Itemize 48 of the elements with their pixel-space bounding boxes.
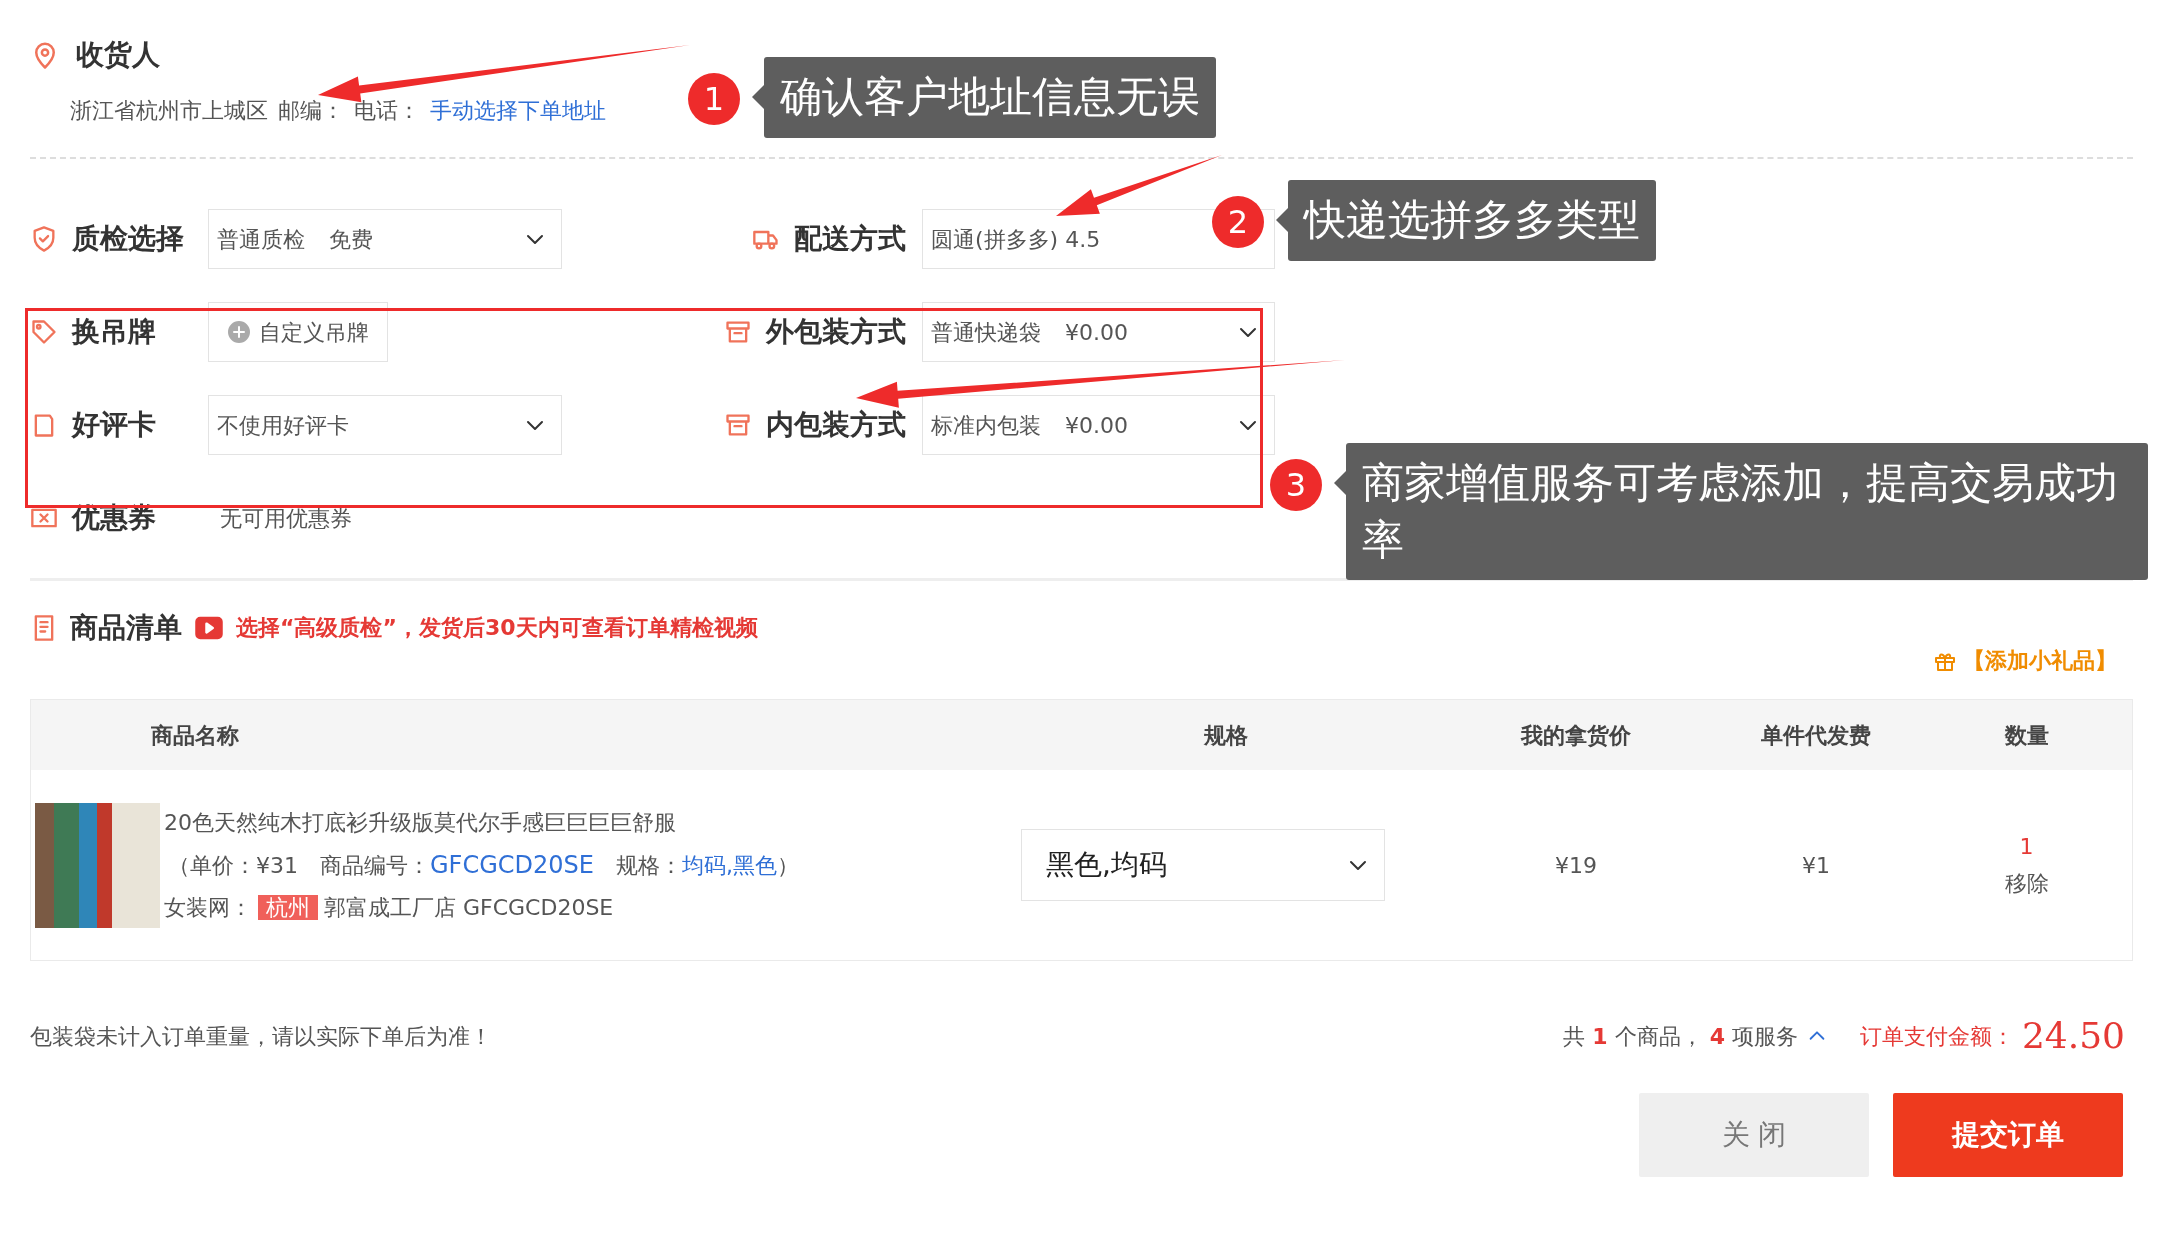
select-field[interactable]: 不使用好评卡 bbox=[208, 395, 562, 455]
step-number-badge: 2 bbox=[1212, 196, 1264, 248]
plus-circle-icon bbox=[227, 320, 251, 344]
product-details: （单价：¥31 商品编号：GFCGCD20SE 规格：均码,黑色） bbox=[167, 850, 799, 881]
option-label: 换吊牌 bbox=[72, 318, 156, 346]
select-field[interactable]: 标准内包装 ¥0.00 bbox=[922, 395, 1275, 455]
address-text: 浙江省杭州市上城区 bbox=[70, 97, 268, 125]
section-title: 商品清单 bbox=[70, 613, 182, 642]
fee-cell: ¥1 bbox=[1802, 852, 1830, 878]
spec-select[interactable]: 黑色,均码 bbox=[1021, 829, 1385, 901]
price-cell: ¥19 bbox=[1555, 852, 1597, 878]
remove-link[interactable]: 移除 bbox=[2004, 867, 2049, 900]
annotation-callout: 快递选拼多多类型 bbox=[1288, 180, 1656, 261]
postcode-label: 邮编： bbox=[278, 97, 344, 125]
annotation-callout: 商家增值服务可考虑添加，提高交易成功率 bbox=[1346, 443, 2148, 581]
column-header: 我的拿货价 bbox=[1521, 722, 1631, 748]
option-label: 外包装方式 bbox=[766, 318, 906, 346]
close-button[interactable]: 关 闭 bbox=[1639, 1093, 1869, 1177]
option-label: 质检选择 bbox=[72, 225, 184, 253]
column-header: 数量 bbox=[2004, 722, 2049, 748]
section-title: 收货人 bbox=[76, 41, 160, 69]
step-number-badge: 1 bbox=[688, 73, 740, 125]
option-value: 无可用优惠券 bbox=[219, 504, 353, 533]
option-label: 配送方式 bbox=[794, 225, 906, 253]
option-label: 好评卡 bbox=[72, 411, 156, 439]
quantity-value: 1 bbox=[2019, 833, 2034, 861]
column-header: 规格 bbox=[1204, 722, 1248, 748]
shop-info: 女装网： 杭州 郭富成工厂店 GFCGCD20SE bbox=[164, 894, 615, 922]
select-field[interactable]: 普通质检 免费 bbox=[208, 209, 562, 269]
quality-check-notice: 选择“高级质检”，发货后30天内可查看订单精检视频 bbox=[236, 614, 758, 642]
order-summary: 共 1 个商品， 4 项服务 bbox=[1563, 1022, 1798, 1051]
column-header: 商品名称 bbox=[151, 722, 239, 748]
tag-icon bbox=[30, 318, 58, 346]
spec-link[interactable]: 均码,黑色 bbox=[681, 853, 777, 878]
phone-label: 电话： bbox=[354, 97, 420, 125]
column-header: 单件代发费 bbox=[1761, 722, 1871, 748]
submit-order-button[interactable]: 提交订单 bbox=[1893, 1093, 2123, 1177]
annotation-callout: 确认客户地址信息无误 bbox=[764, 57, 1216, 138]
step-number-badge: 3 bbox=[1270, 459, 1322, 511]
total-label: 订单支付金额： bbox=[1859, 1022, 2014, 1051]
weight-note: 包装袋未计入订单重量，请以实际下单后为准！ bbox=[30, 1022, 492, 1051]
total-amount: 24.50 bbox=[2021, 1014, 2125, 1058]
option-label: 内包装方式 bbox=[766, 411, 906, 439]
select-address-link[interactable]: 手动选择下单地址 bbox=[430, 94, 606, 127]
select-field[interactable]: 普通快递袋 ¥0.00 bbox=[922, 302, 1275, 362]
product-code-link[interactable]: GFCGCD20SE bbox=[430, 851, 594, 879]
custom-tag-button[interactable]: 自定义吊牌 bbox=[208, 302, 388, 362]
product-name: 20色天然纯木打底衫升级版莫代尔手感巨巨巨巨舒服 bbox=[164, 809, 677, 837]
